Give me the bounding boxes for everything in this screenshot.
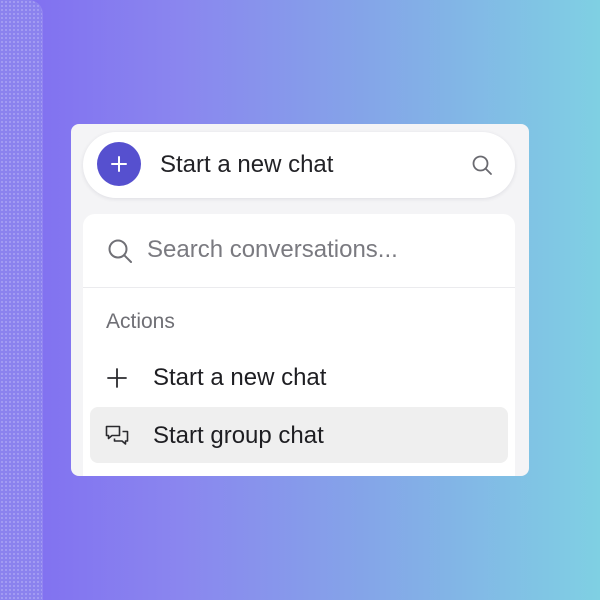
new-chat-bar-label: Start a new chat — [160, 151, 334, 178]
action-start-new-chat[interactable]: Start a new chat — [90, 349, 508, 405]
search-icon[interactable] — [471, 154, 493, 176]
conversation-search-input[interactable] — [147, 232, 487, 268]
command-dropdown: Actions Start a new chat Start group cha… — [83, 214, 515, 476]
action-label: Start a new chat — [153, 364, 327, 391]
chat-bubbles-icon — [105, 425, 129, 445]
search-icon — [108, 239, 132, 263]
new-chat-bar[interactable]: Start a new chat — [83, 132, 515, 198]
chat-command-widget: Start a new chat Actions Start a new cha… — [71, 124, 529, 476]
conversation-search-row — [83, 214, 515, 288]
action-start-group-chat[interactable]: Start group chat — [90, 407, 508, 463]
action-label: Start group chat — [153, 422, 324, 449]
plus-icon — [111, 156, 127, 172]
actions-section-label: Actions — [106, 310, 175, 333]
background-side-panel — [0, 0, 42, 600]
new-chat-plus-button[interactable] — [97, 142, 141, 186]
plus-icon — [107, 368, 127, 388]
